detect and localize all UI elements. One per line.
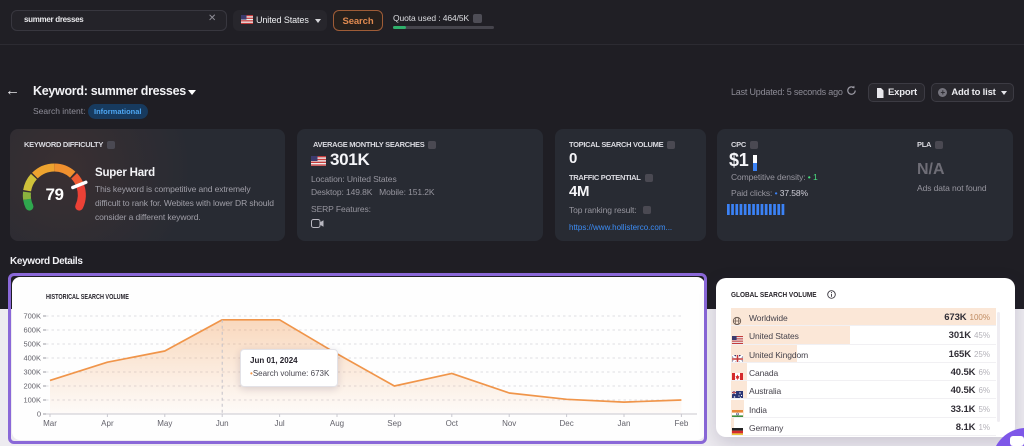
svg-text:Dec: Dec: [559, 419, 573, 428]
svg-text:Mar: Mar: [43, 419, 57, 428]
svg-text:Apr: Apr: [101, 419, 114, 428]
svg-text:Feb: Feb: [675, 419, 689, 428]
svg-text:400K: 400K: [23, 354, 41, 363]
svg-text:500K: 500K: [23, 340, 41, 349]
svg-text:Jun: Jun: [216, 419, 229, 428]
svg-text:Aug: Aug: [330, 419, 344, 428]
svg-text:Jan: Jan: [618, 419, 631, 428]
svg-text:100K: 100K: [23, 396, 41, 405]
svg-text:Sep: Sep: [387, 419, 402, 428]
svg-text:May: May: [157, 419, 172, 428]
svg-text:Jul: Jul: [274, 419, 284, 428]
svg-text:300K: 300K: [23, 368, 41, 377]
svg-text:Nov: Nov: [502, 419, 516, 428]
svg-text:0: 0: [37, 410, 41, 419]
svg-text:700K: 700K: [23, 312, 41, 321]
svg-text:Oct: Oct: [446, 419, 459, 428]
svg-text:600K: 600K: [23, 326, 41, 335]
svg-text:200K: 200K: [23, 382, 41, 391]
